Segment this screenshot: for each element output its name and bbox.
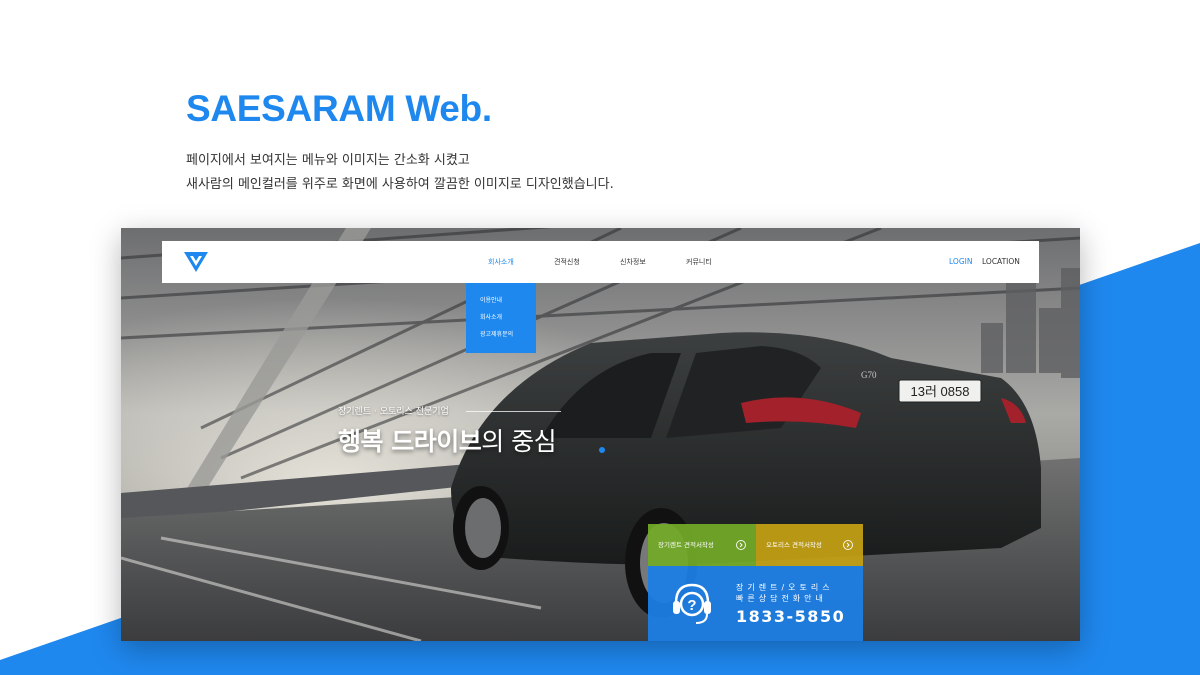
lease-quote-label: 오토리스 견적서작성 [766, 541, 822, 549]
consultation-call-box[interactable]: ? 장기렌트/오토리스 빠른상담전화안내 1833-5850 [648, 566, 863, 641]
website-mockup: 13러 0858 G70 회사소개 견적신청 신차정보 커뮤니티 LOGIN L… [121, 228, 1080, 641]
portfolio-title: SAESARAM Web. [186, 88, 492, 129]
login-link[interactable]: LOGIN [949, 241, 972, 283]
call-caption-line-1: 장기렌트/오토리스 [736, 583, 834, 592]
license-plate: 13러 0858 [911, 384, 970, 399]
nav-item-community[interactable]: 커뮤니티 [686, 241, 712, 283]
hero-title: 행복 드라이브의 중심 [338, 422, 557, 458]
description-line-2: 새사람의 메인컬러를 위주로 화면에 사용하여 깔끔한 이미지로 디자인했습니다… [186, 177, 614, 192]
nav-item-company[interactable]: 회사소개 [488, 241, 514, 283]
dropdown-item-company[interactable]: 회사소개 [480, 312, 502, 321]
site-header: 회사소개 견적신청 신차정보 커뮤니티 LOGIN LOCATION [162, 241, 1039, 283]
arrow-right-icon [843, 540, 853, 550]
dropdown-item-guide[interactable]: 이용안내 [480, 295, 502, 304]
location-link[interactable]: LOCATION [982, 241, 1020, 283]
headset-question-icon: ? [673, 583, 711, 624]
car-badge: G70 [861, 370, 877, 380]
call-caption-line-2: 빠른상담전화안내 [736, 594, 827, 603]
rent-quote-label: 장기렌트 견적서작성 [658, 541, 714, 549]
hero-subtitle: 장기렌트 · 오토리스 전문기업 [338, 407, 449, 417]
svg-text:?: ? [687, 597, 696, 614]
hero-divider [466, 411, 561, 412]
call-phone-number[interactable]: 1833-5850 [736, 607, 845, 626]
triangle-logo-icon[interactable] [184, 252, 208, 272]
nav-item-quote[interactable]: 견적신청 [554, 241, 580, 283]
nav-item-new-car[interactable]: 신차정보 [620, 241, 646, 283]
hero-accent-dot [599, 447, 605, 453]
lease-quote-button[interactable]: 오토리스 견적서작성 [756, 524, 863, 566]
portfolio-description: 페이지에서 보여지는 메뉴와 이미지는 간소화 시켰고 새사람의 메인컬러를 위… [186, 149, 614, 197]
dropdown-item-partnership[interactable]: 광고제휴문의 [480, 329, 513, 338]
description-line-1: 페이지에서 보여지는 메뉴와 이미지는 간소화 시켰고 [186, 153, 470, 168]
hero-title-bold: 행복 드라이브 [338, 427, 482, 456]
hero-car-image: 13러 0858 G70 [121, 228, 1080, 641]
rent-quote-button[interactable]: 장기렌트 견적서작성 [648, 524, 756, 566]
hero-title-light: 의 중심 [481, 427, 557, 456]
company-dropdown-menu: 이용안내 회사소개 광고제휴문의 [466, 283, 536, 353]
arrow-right-icon [736, 540, 746, 550]
